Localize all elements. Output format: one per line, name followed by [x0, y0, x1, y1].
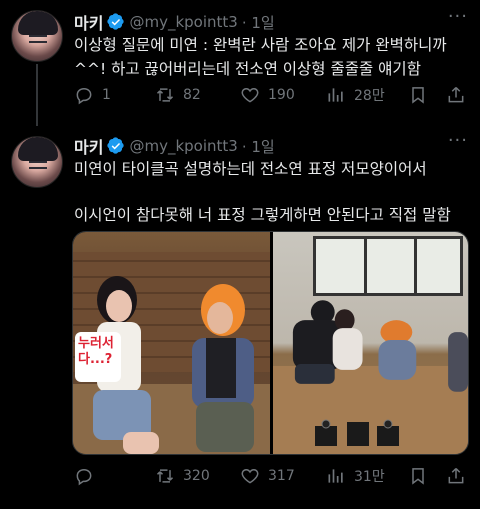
- retweet-button[interactable]: 320: [155, 466, 210, 486]
- author-handle[interactable]: @my_kpointt3: [129, 137, 237, 155]
- retweet-count: 320: [183, 468, 210, 484]
- share-button[interactable]: [446, 466, 466, 486]
- window: [313, 236, 463, 296]
- author-name[interactable]: 마키: [74, 10, 103, 34]
- tweet-text: 이상형 질문에 미연 : 완벽란 사람 조아요 제가 완벽하니까 ^^! 하고 …: [74, 33, 470, 81]
- views-button[interactable]: 31만: [326, 466, 385, 486]
- media-image-right[interactable]: [273, 232, 468, 454]
- verified-badge-icon: [107, 13, 125, 30]
- tweet-header: 마키 @my_kpointt3 · 1일: [74, 10, 275, 34]
- reply-button[interactable]: 1: [74, 85, 111, 105]
- retweet-button[interactable]: 82: [155, 85, 201, 105]
- tweet-text-line: 미연이 타이클곡 설명하는데 전소연 표정 저모양이어서: [74, 160, 427, 178]
- people-group: [292, 300, 468, 392]
- reply-button[interactable]: [74, 466, 102, 486]
- tweet-actions: 1 82 190 28만: [74, 84, 468, 106]
- like-count: 190: [268, 87, 295, 103]
- views-button[interactable]: 28만: [326, 85, 385, 105]
- tweet-text: 미연이 타이클곡 설명하는데 전소연 표정 저모양이어서 이시언이 참다못해 너…: [74, 157, 470, 227]
- bookmark-icon: [412, 468, 424, 485]
- views-count: 28만: [354, 88, 385, 104]
- more-icon[interactable]: ···: [448, 130, 468, 151]
- views-icon: [328, 88, 343, 102]
- person-figure: [192, 284, 254, 452]
- like-count: 317: [268, 468, 295, 484]
- media-caption-sticker: 누러서 다...?: [75, 332, 121, 382]
- heart-icon: [241, 468, 259, 484]
- heart-icon: [241, 87, 259, 103]
- reply-icon: [76, 87, 92, 105]
- retweet-icon: [156, 88, 174, 102]
- tweet-text-line: 이시언이 참다못해 너 표정 그렇게하면 안된다고 직접 말함: [74, 206, 451, 224]
- tweet-text-line: 이상형 질문에 미연 : 완벽란 사람 조아요 제가 완벽하니까: [74, 36, 447, 54]
- retweet-count: 82: [183, 87, 201, 103]
- tweet-1[interactable]: 마키 @my_kpointt3 · 1일 ··· 이상형 질문에 미연 : 완벽…: [0, 0, 480, 124]
- tweet-time[interactable]: · 1일: [242, 136, 275, 157]
- tweet-time[interactable]: · 1일: [242, 12, 275, 33]
- bookmark-button[interactable]: [408, 85, 428, 105]
- tweet-actions: 320 317 31만: [74, 465, 468, 487]
- media-image-left[interactable]: 누러서 다...?: [73, 232, 270, 454]
- share-icon: [448, 467, 464, 484]
- share-icon: [448, 86, 464, 103]
- more-icon[interactable]: ···: [448, 6, 468, 27]
- speakers: [315, 419, 399, 446]
- bookmark-icon: [412, 87, 424, 104]
- reply-count: 1: [102, 87, 111, 103]
- avatar[interactable]: [11, 10, 63, 62]
- reply-icon: [76, 468, 92, 486]
- tweet-header: 마키 @my_kpointt3 · 1일: [74, 134, 275, 158]
- tweet-text-spacer: [74, 181, 470, 203]
- like-button[interactable]: 190: [240, 85, 295, 105]
- views-icon: [328, 469, 343, 483]
- share-button[interactable]: [446, 85, 466, 105]
- bookmark-button[interactable]: [408, 466, 428, 486]
- author-name[interactable]: 마키: [74, 134, 103, 158]
- retweet-icon: [156, 469, 174, 483]
- author-handle[interactable]: @my_kpointt3: [129, 13, 237, 31]
- tweet-text-line: ^^! 하고 끊어버리는데 전소연 이상형 줄줄줄 얘기함: [74, 60, 421, 78]
- avatar[interactable]: [11, 136, 63, 188]
- like-button[interactable]: 317: [240, 466, 295, 486]
- views-count: 31만: [354, 469, 385, 485]
- verified-badge-icon: [107, 137, 125, 154]
- tweet-media[interactable]: 누러서 다...?: [72, 231, 469, 455]
